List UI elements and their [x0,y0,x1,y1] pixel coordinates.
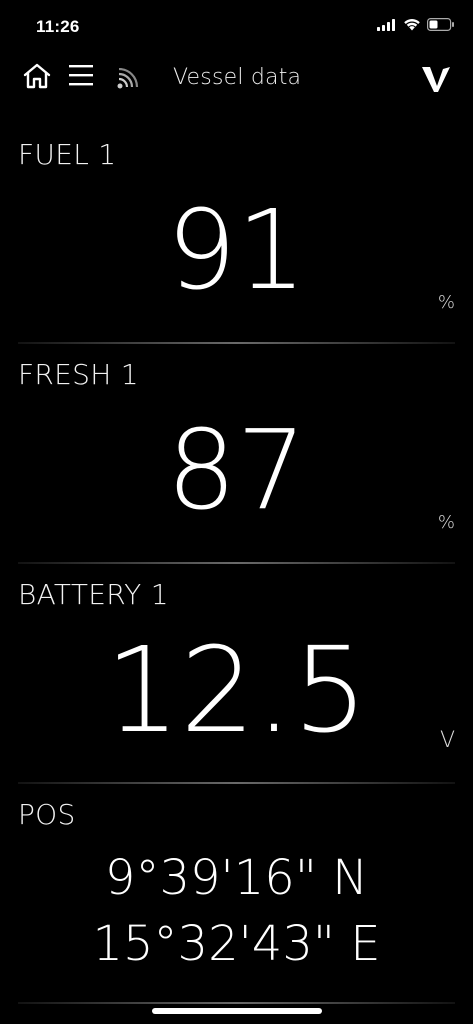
pos-label: POS [18,798,76,831]
fuel-value: 91 [166,186,307,314]
divider [18,782,455,784]
brand-logo-icon[interactable] [420,64,452,94]
battery-section: BATTERY 1 12.5 V [0,570,473,784]
divider [18,342,455,344]
wifi-icon [404,19,420,31]
status-bar: 11:26 [0,0,473,58]
home-icon[interactable] [22,62,52,90]
fresh-value: 87 [166,406,307,534]
fresh-label: FRESH 1 [18,358,139,391]
fresh-unit: % [437,512,455,533]
status-icons [377,18,455,31]
pos-section: POS 9°39'16" N 15°32'43" E [0,790,473,1010]
fuel-label: FUEL 1 [18,138,117,171]
fuel-unit: % [437,292,455,313]
app-header: Vessel data [0,58,473,102]
battery-icon [427,18,454,31]
signal-feed-icon[interactable] [116,68,142,90]
pos-latitude: 9°39'16" N [104,850,369,906]
home-indicator[interactable] [152,1008,322,1014]
pos-longitude: 15°32'43" E [92,916,381,972]
fresh-section: FRESH 1 87 % [0,350,473,564]
fuel-section: FUEL 1 91 % [0,130,473,344]
menu-icon[interactable] [67,62,95,88]
status-time: 11:26 [36,17,80,36]
page-title: Vessel data [173,65,302,90]
battery-value: 12.5 [105,621,368,759]
battery-label: BATTERY 1 [18,578,169,611]
divider [18,562,455,564]
divider [18,1002,455,1004]
cellular-signal-icon [377,18,395,31]
battery-unit: V [439,728,455,753]
